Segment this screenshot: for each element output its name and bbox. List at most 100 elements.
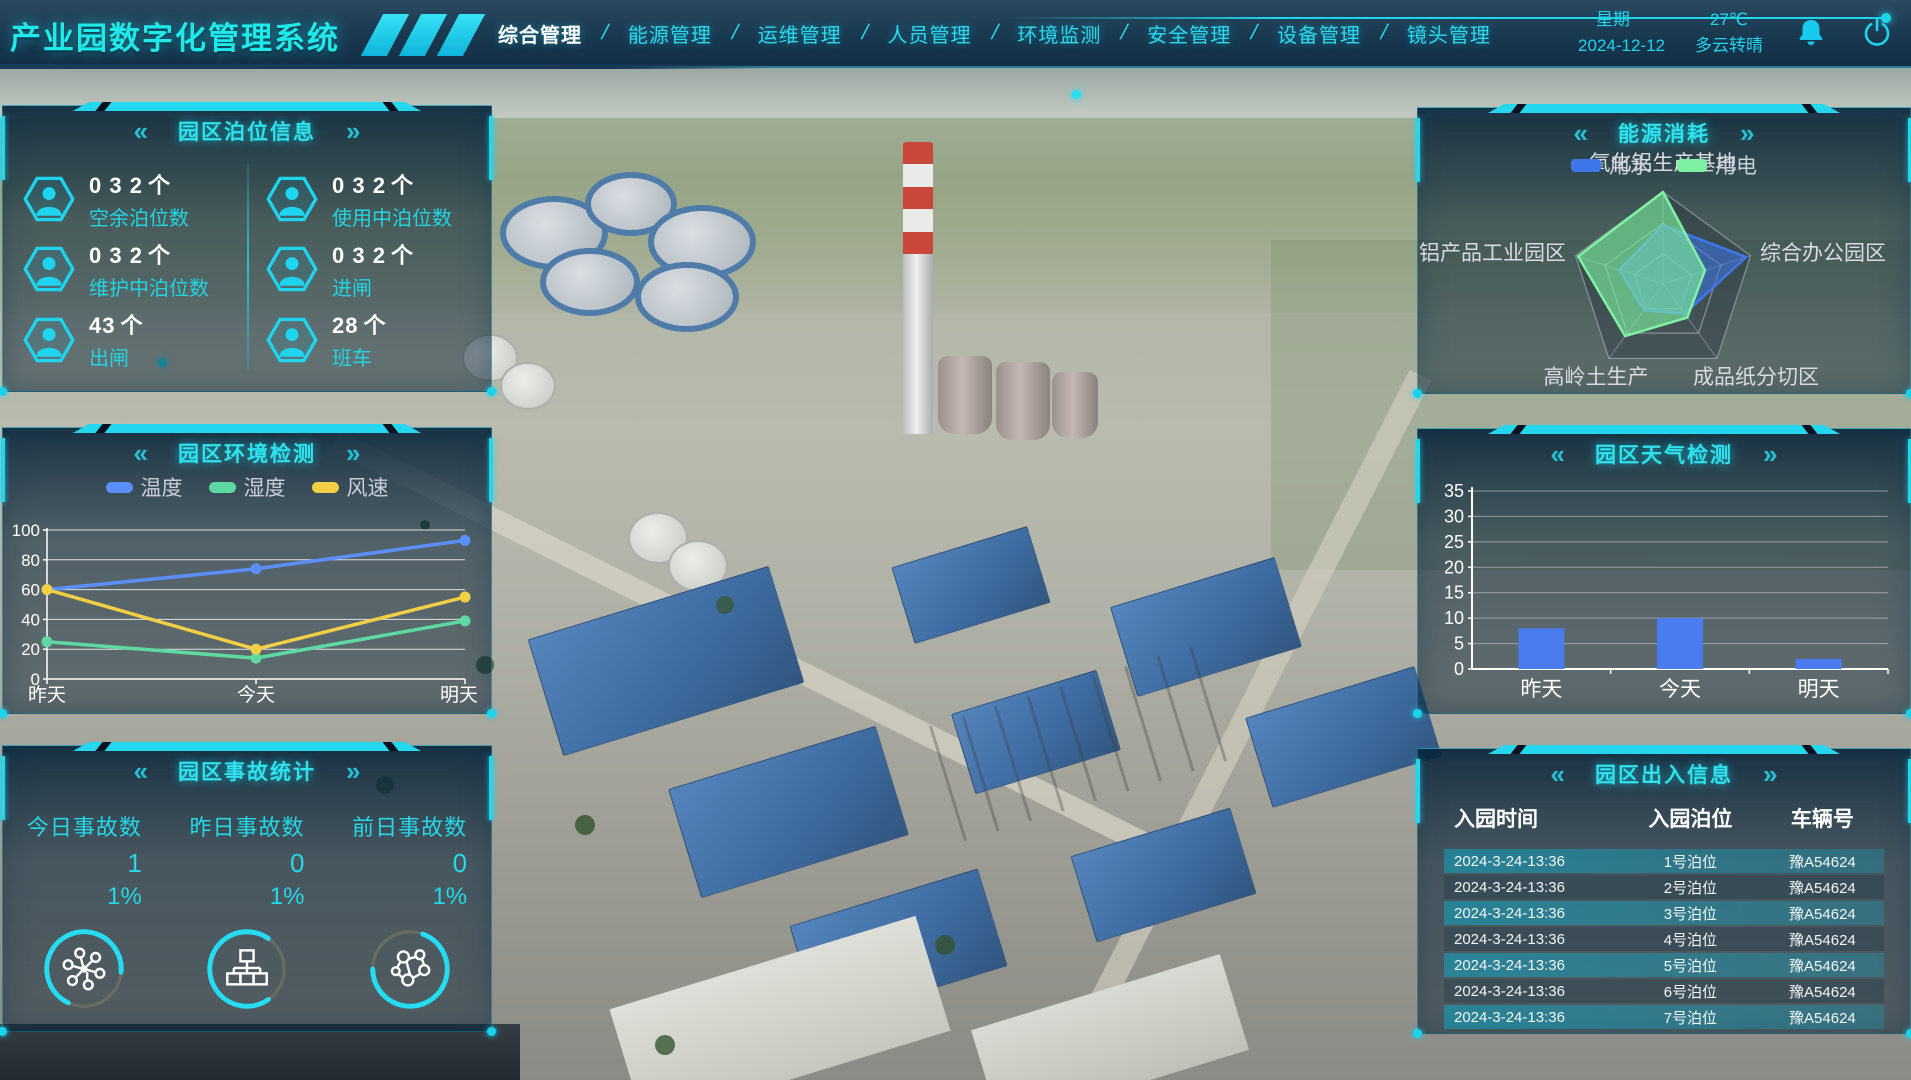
table-cell: 豫A54624 bbox=[1761, 955, 1884, 976]
stat-label: 空余泊位数 bbox=[89, 202, 189, 231]
nav-item-6[interactable]: 设备管理 bbox=[1277, 19, 1361, 48]
panel-top-decoration bbox=[73, 102, 421, 111]
nav-item-1[interactable]: 能源管理 bbox=[628, 19, 712, 48]
svg-text:35: 35 bbox=[1444, 481, 1464, 501]
user-hexagon-icon bbox=[23, 243, 75, 295]
legend-swatch bbox=[106, 482, 133, 493]
svg-text:30: 30 bbox=[1444, 506, 1464, 526]
app-title: 产业园数字化管理系统 bbox=[10, 13, 340, 58]
user-hexagon-icon bbox=[266, 314, 318, 366]
header-right-cluster: 星期一 2024-12-12 27℃ 多云转晴 bbox=[1578, 0, 1895, 66]
svg-text:明天: 明天 bbox=[440, 685, 478, 705]
access-table-header: 入园时间入园泊位车辆号 bbox=[1444, 799, 1884, 849]
svg-text:昨天: 昨天 bbox=[28, 684, 66, 705]
weather-label: 多云转晴 bbox=[1695, 33, 1763, 59]
accident-count: 0 bbox=[352, 848, 467, 879]
nav-separator: / bbox=[599, 21, 611, 45]
stat-text: 0 3 2个空余泊位数 bbox=[89, 168, 189, 231]
svg-text:5: 5 bbox=[1454, 634, 1464, 654]
table-cell: 2024-3-24-13:36 bbox=[1444, 1009, 1620, 1026]
svg-text:100: 100 bbox=[12, 524, 40, 540]
stat-text: 43个出闸 bbox=[89, 308, 144, 371]
scene-cooling-tower bbox=[938, 356, 992, 434]
nav-item-0[interactable]: 综合管理 bbox=[498, 19, 582, 48]
panel-corner-dot bbox=[1906, 709, 1911, 718]
accident-stat-column: 今日事故数11% bbox=[4, 810, 165, 911]
scene-white-tank bbox=[500, 362, 556, 410]
panel-corner-dot bbox=[487, 387, 496, 396]
panel-parking-info: « 园区泊位信息 » 0 3 2个空余泊位数0 3 2个使用中泊位数0 3 2个… bbox=[2, 105, 492, 392]
chevron-left-icon[interactable]: « bbox=[134, 758, 148, 784]
nav-item-5[interactable]: 安全管理 bbox=[1147, 19, 1231, 48]
stat-value: 0 3 2个 bbox=[332, 168, 452, 200]
accident-stat-column: 前日事故数01% bbox=[329, 810, 490, 911]
nav-item-2[interactable]: 运维管理 bbox=[758, 19, 842, 48]
panel-corner-dot bbox=[1413, 1029, 1422, 1038]
table-cell: 2号泊位 bbox=[1620, 877, 1761, 898]
column-header: 入园泊位 bbox=[1620, 803, 1761, 833]
scene-white-building bbox=[609, 916, 950, 1080]
chevron-left-icon[interactable]: « bbox=[1551, 441, 1565, 467]
svg-text:25: 25 bbox=[1444, 532, 1464, 552]
table-cell: 豫A54624 bbox=[1761, 981, 1884, 1002]
scene-cooling-tower bbox=[1052, 372, 1098, 438]
panel-accident-stats: « 园区事故统计 » 今日事故数11%昨日事故数01%前日事故数01% bbox=[2, 745, 492, 1032]
svg-text:昨天: 昨天 bbox=[1520, 678, 1562, 701]
accident-gauge-column bbox=[4, 923, 165, 1020]
power-icon[interactable] bbox=[1859, 15, 1895, 51]
svg-text:综合办公园区: 综合办公园区 bbox=[1760, 242, 1886, 265]
legend-item: 湿度 bbox=[209, 472, 286, 502]
sitemap-gauge bbox=[201, 923, 293, 1015]
sitemap-icon bbox=[227, 950, 266, 984]
chevron-left-icon[interactable]: « bbox=[1551, 761, 1565, 787]
table-row: 2024-3-24-13:364号泊位豫A54624 bbox=[1444, 927, 1884, 951]
panel-title: 园区环境检测 bbox=[178, 438, 316, 468]
table-row: 2024-3-24-13:366号泊位豫A54624 bbox=[1444, 979, 1884, 1003]
chevron-right-icon[interactable]: » bbox=[346, 758, 360, 784]
bell-icon[interactable] bbox=[1793, 15, 1829, 51]
table-cell: 6号泊位 bbox=[1620, 981, 1761, 1002]
stat-text: 0 3 2个使用中泊位数 bbox=[332, 168, 452, 231]
chevron-right-icon[interactable]: » bbox=[346, 440, 360, 466]
table-cell: 5号泊位 bbox=[1620, 955, 1761, 976]
parking-stat: 0 3 2个空余泊位数 bbox=[23, 164, 232, 234]
chevron-left-icon[interactable]: « bbox=[134, 118, 148, 144]
chevron-right-icon[interactable]: » bbox=[1763, 761, 1777, 787]
panel-corner-dot bbox=[487, 1027, 496, 1036]
table-cell: 2024-3-24-13:36 bbox=[1444, 957, 1620, 974]
legend-item: 风速 bbox=[312, 472, 389, 502]
stat-text: 28个班车 bbox=[332, 308, 387, 371]
legend-label: 用电 bbox=[1715, 150, 1757, 180]
panel-top-decoration bbox=[73, 424, 421, 433]
access-table: 入园时间入园泊位车辆号 2024-3-24-13:361号泊位豫A5462420… bbox=[1444, 799, 1884, 1031]
chevron-right-icon[interactable]: » bbox=[1763, 441, 1777, 467]
accident-gauges-row bbox=[3, 923, 491, 1020]
scene-map-marker bbox=[1072, 90, 1081, 99]
svg-text:20: 20 bbox=[1444, 557, 1464, 577]
accident-text: 今日事故数11% bbox=[27, 810, 142, 911]
panel-title: 园区出入信息 bbox=[1595, 759, 1733, 789]
parking-stat: 0 3 2个进闸 bbox=[266, 234, 475, 304]
svg-text:20: 20 bbox=[21, 640, 40, 659]
chevron-left-icon[interactable]: « bbox=[134, 440, 148, 466]
column-header: 入园时间 bbox=[1444, 803, 1620, 833]
svg-text:高岭土生产: 高岭土生产 bbox=[1544, 366, 1649, 389]
table-cell: 豫A54624 bbox=[1761, 851, 1884, 872]
legend-label: 温度 bbox=[141, 472, 183, 502]
table-cell: 3号泊位 bbox=[1620, 903, 1761, 924]
legend-swatch bbox=[209, 482, 236, 493]
panel-title: 园区泊位信息 bbox=[178, 116, 316, 146]
stat-label: 出闸 bbox=[89, 342, 144, 371]
column-header: 车辆号 bbox=[1761, 803, 1884, 833]
scene-cooling-tower bbox=[996, 362, 1050, 440]
nav-item-3[interactable]: 人员管理 bbox=[888, 19, 972, 48]
chevron-right-icon[interactable]: » bbox=[346, 118, 360, 144]
legend-item: 温度 bbox=[106, 472, 183, 502]
nav-separator: / bbox=[1378, 21, 1390, 45]
nav-item-4[interactable]: 环境监测 bbox=[1017, 19, 1101, 48]
nav-item-7[interactable]: 镜头管理 bbox=[1407, 19, 1491, 48]
table-row: 2024-3-24-13:367号泊位豫A54624 bbox=[1444, 1005, 1884, 1029]
accident-percent: 1% bbox=[352, 883, 467, 911]
panel-access-info: « 园区出入信息 » 入园时间入园泊位车辆号 2024-3-24-13:361号… bbox=[1417, 748, 1911, 1034]
logo-stripes-icon bbox=[361, 14, 485, 56]
